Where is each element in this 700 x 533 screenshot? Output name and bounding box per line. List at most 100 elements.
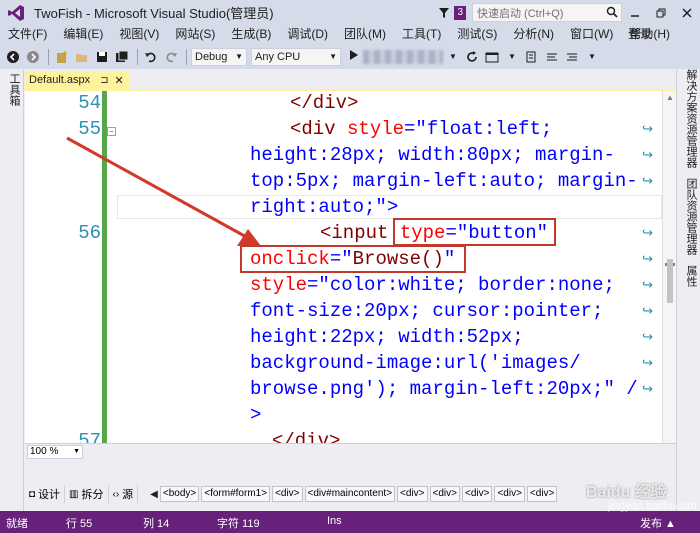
- configuration-dropdown[interactable]: Debug ▼: [191, 47, 247, 66]
- scroll-up-icon[interactable]: ▲: [666, 93, 674, 102]
- code-token: browse.png'); margin-left:20px;: [250, 378, 604, 400]
- code-token: </div>: [272, 430, 341, 443]
- line-number: 57: [78, 430, 101, 443]
- navigate-forward-icon[interactable]: [24, 48, 42, 66]
- breadcrumb-tag[interactable]: <div>: [461, 486, 493, 502]
- menu-file[interactable]: 文件(F): [0, 25, 55, 44]
- code-token: >: [250, 404, 262, 426]
- breadcrumb-tag[interactable]: <div#maincontent>: [304, 486, 396, 502]
- solution-explorer-tab[interactable]: 解决方案资源管理器: [683, 69, 699, 168]
- breadcrumb-tag[interactable]: <div>: [526, 486, 558, 502]
- editor-bottom-area: [25, 459, 676, 484]
- visual-studio-window: TwoFish - Microsoft Visual Studio(管理员) 3…: [0, 0, 700, 533]
- breadcrumb-tag[interactable]: <body>: [159, 486, 200, 502]
- menu-build[interactable]: 生成(B): [223, 25, 279, 44]
- breadcrumb-tag[interactable]: <div>: [272, 486, 303, 502]
- sign-in-link[interactable]: 登录: [628, 25, 652, 44]
- menu-window[interactable]: 窗口(W): [562, 25, 621, 44]
- refresh-icon[interactable]: [463, 48, 481, 66]
- breadcrumb-tag[interactable]: <form#form1>: [201, 486, 271, 502]
- properties-tab[interactable]: 属性: [683, 265, 699, 287]
- find-icon[interactable]: [523, 48, 541, 66]
- minimize-button[interactable]: [622, 0, 648, 25]
- code-line: browse.png'); margin-left:20px;" /: [250, 378, 638, 400]
- status-char: 字符 119: [217, 518, 260, 530]
- toolbar-separator: [48, 48, 49, 65]
- editor-zoom-bar: 100 % ▼: [25, 443, 676, 459]
- close-window-button[interactable]: [674, 0, 700, 25]
- blurred-browser-target[interactable]: [363, 49, 443, 64]
- status-insert-mode: Ins: [327, 515, 342, 527]
- source-view-button[interactable]: ‹› 源: [109, 485, 139, 503]
- source-view-label: 源: [122, 489, 134, 501]
- chevron-down-icon: ▼: [329, 52, 337, 61]
- word-wrap-glyph-icon: ↪: [642, 329, 653, 344]
- comment-icon[interactable]: [543, 48, 561, 66]
- breadcrumb-tag[interactable]: <div>: [397, 486, 428, 502]
- team-explorer-tab[interactable]: 团队资源管理器: [683, 178, 699, 255]
- restore-button[interactable]: [648, 0, 674, 25]
- status-ready: 就绪: [6, 518, 28, 530]
- open-file-icon[interactable]: [73, 48, 91, 66]
- scrollbar-thumb[interactable]: [667, 259, 673, 303]
- code-line: right:auto;">: [250, 196, 398, 218]
- publish-button[interactable]: 发布 ▲: [640, 515, 676, 531]
- undo-icon[interactable]: [142, 48, 160, 66]
- collapse-region-icon[interactable]: −: [107, 127, 116, 136]
- code-token: height:28px; width:80px; margin-: [250, 144, 615, 166]
- pin-icon[interactable]: ⊐: [100, 75, 108, 86]
- design-view-icon: ◘: [29, 488, 36, 500]
- code-line: >: [250, 404, 261, 426]
- code-editor[interactable]: 54 55 56 57 58 − </div><div style="float…: [25, 91, 676, 443]
- menu-debug[interactable]: 调试(D): [279, 25, 336, 44]
- design-view-button[interactable]: ◘ 设计: [25, 485, 66, 503]
- split-view-button[interactable]: ▥ 拆分: [65, 485, 109, 503]
- menu-analyze[interactable]: 分析(N): [505, 25, 562, 44]
- code-line: height:22px; width:52px;: [250, 326, 524, 348]
- quick-launch-placeholder: 快速启动 (Ctrl+Q): [477, 7, 564, 20]
- menu-test[interactable]: 测试(S): [449, 25, 505, 44]
- save-icon[interactable]: [93, 48, 111, 66]
- filter-icon[interactable]: [434, 4, 454, 22]
- breadcrumb-tag[interactable]: <div>: [429, 486, 460, 502]
- start-debugging-icon[interactable]: [349, 49, 359, 64]
- document-tab-default-aspx[interactable]: Default.aspx ⊐ ✕: [25, 71, 129, 89]
- code-token: style: [347, 118, 405, 140]
- menu-website[interactable]: 网站(S): [167, 25, 223, 44]
- toolbar-more-icon[interactable]: ▼: [583, 48, 601, 66]
- navigate-back-icon[interactable]: [4, 48, 22, 66]
- notification-badge[interactable]: 3: [454, 5, 466, 20]
- save-all-icon[interactable]: [113, 48, 131, 66]
- word-wrap-glyph-icon: ↪: [642, 251, 653, 266]
- visual-studio-logo-icon: [4, 2, 28, 24]
- code-line: </div>: [290, 92, 358, 114]
- code-token: <input: [320, 222, 400, 244]
- menu-view[interactable]: 视图(V): [111, 25, 167, 44]
- quick-launch-input[interactable]: 快速启动 (Ctrl+Q): [472, 3, 622, 22]
- menu-team[interactable]: 团队(M): [336, 25, 394, 44]
- document-tab-label: Default.aspx: [29, 74, 91, 86]
- platform-dropdown[interactable]: Any CPU ▼: [251, 47, 341, 66]
- toolbox-side-panel[interactable]: 工具箱: [0, 69, 24, 511]
- code-token: " /: [603, 378, 638, 400]
- breadcrumb-tag[interactable]: <div>: [494, 486, 525, 502]
- annotation-box-type-button: [393, 218, 556, 246]
- editor-vertical-scrollbar[interactable]: ▲: [662, 91, 676, 443]
- menu-edit[interactable]: 编辑(E): [55, 25, 111, 44]
- code-line: background-image:url('images/: [250, 352, 581, 374]
- toolbar-separator: [186, 48, 187, 65]
- platform-value: Any CPU: [255, 50, 301, 63]
- close-icon[interactable]: ✕: [115, 74, 124, 87]
- zoom-level-dropdown[interactable]: 100 % ▼: [27, 444, 83, 459]
- new-project-icon[interactable]: [53, 48, 71, 66]
- uncomment-icon[interactable]: [563, 48, 581, 66]
- breadcrumb-scroll-left-icon[interactable]: ◀: [150, 489, 158, 500]
- menu-tools[interactable]: 工具(T): [394, 25, 449, 44]
- code-token: ">: [375, 196, 399, 218]
- redo-icon[interactable]: [162, 48, 180, 66]
- browser-link-icon[interactable]: [483, 48, 501, 66]
- configuration-value: Debug: [195, 50, 228, 63]
- toolbar-dropdown-icon[interactable]: ▼: [503, 48, 521, 66]
- chevron-down-icon[interactable]: ▼: [449, 52, 457, 61]
- toolbox-tab[interactable]: 工具箱: [6, 73, 22, 106]
